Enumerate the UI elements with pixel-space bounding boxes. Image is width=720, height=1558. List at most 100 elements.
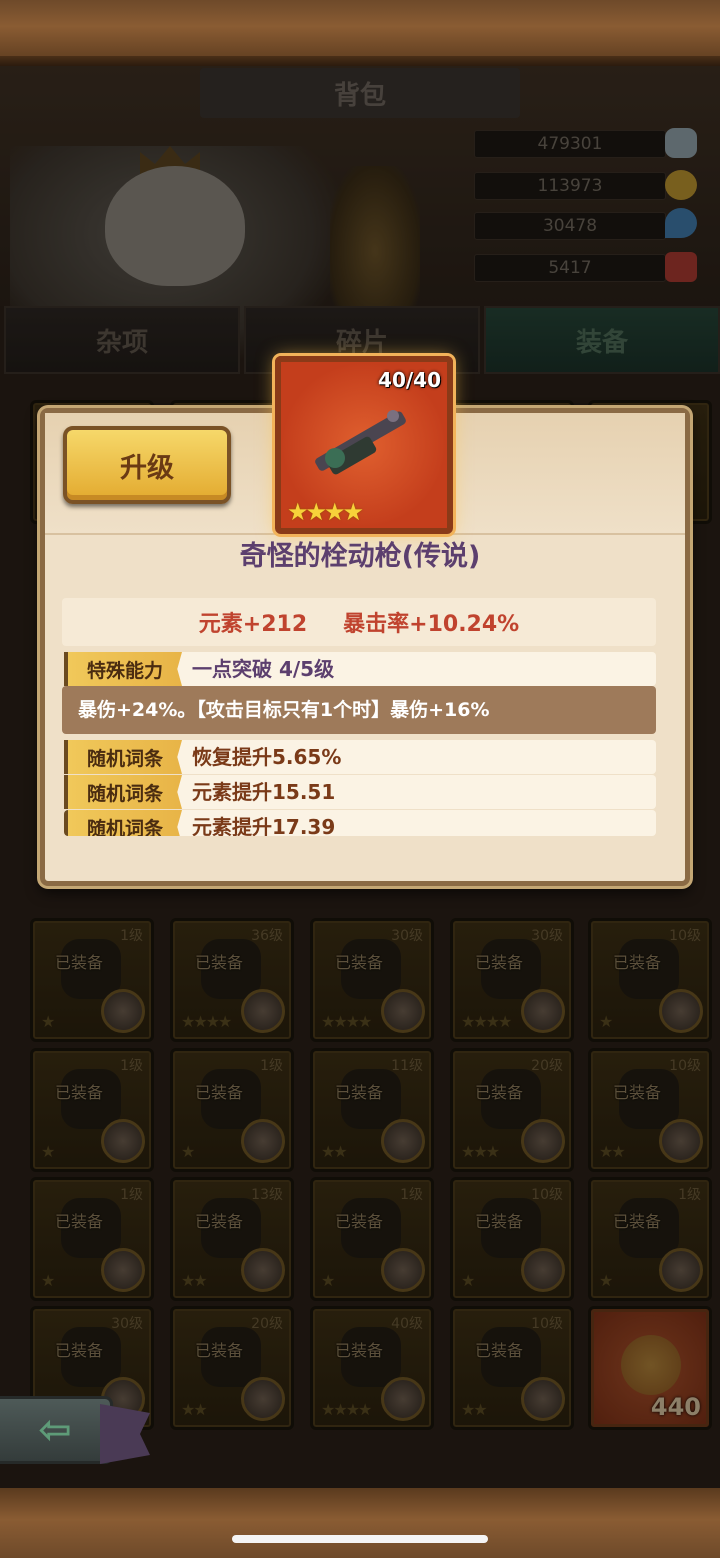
special-ability-value: 一点突破 4/5级 [192,657,335,681]
inventory-slot[interactable]: 1级 已装备 ★ [170,1048,294,1172]
slot-stars: ★★★★ [321,1012,372,1031]
slot-level: 36级 [251,928,283,944]
hero-avatar [381,1377,425,1421]
slot-level: 30级 [111,1316,143,1332]
inventory-slot[interactable]: 30级 已装备 ★★★★ [450,918,574,1042]
slot-stars: ★★ [461,1400,488,1419]
random-affix-row: 随机词条 元素提升17.39 [64,810,656,836]
back-button[interactable]: ⇦ [0,1396,113,1464]
slot-level: 1级 [260,1058,283,1074]
item-icon: 40/40 ★★★★ [275,356,453,534]
slot-stars: ★★ [181,1400,208,1419]
resource-gem-value: 5417 [474,254,666,282]
crystal-icon [665,128,697,158]
slot-level: 1级 [120,1187,143,1203]
item-name: 奇怪的栓动枪(传说) [239,541,481,572]
equipped-label: 已装备 [335,1212,384,1231]
equipped-label: 已装备 [613,1212,662,1231]
inventory-slot[interactable]: 1级 已装备 ★ [310,1177,434,1301]
equipped-label: 已装备 [475,1341,524,1360]
inventory-slot[interactable]: 1级 已装备 ★ [588,1177,712,1301]
hero-avatar [521,1119,565,1163]
hero-avatar [241,1119,285,1163]
slot-stars: ★★ [181,1271,208,1290]
back-arrow-icon: ⇦ [38,1407,72,1453]
bottom-wood-frame [0,1488,720,1558]
equipped-label: 已装备 [55,953,104,972]
inventory-slot[interactable]: 20级 已装备 ★★★ [450,1048,574,1172]
special-ability-description: 暴伤+24%。【攻击目标只有1个时】暴伤+16% [62,686,656,734]
top-wood-frame [0,0,720,66]
upgrade-button[interactable]: 升级 [63,426,231,504]
slot-level: 1级 [120,1058,143,1074]
slot-stars: ★★★★ [461,1012,512,1031]
hero-avatar [241,1377,285,1421]
inventory-slot[interactable]: 1级 已装备 ★ [30,1177,154,1301]
equipped-label: 已装备 [55,1212,104,1231]
slot-level: 30级 [531,928,563,944]
special-item-count: 440 [650,1393,701,1421]
item-count: 40/40 [378,368,441,392]
slot-level: 20级 [531,1058,563,1074]
gold-coin-icon [665,170,697,200]
inventory-slot[interactable]: 13级 已装备 ★★ [170,1177,294,1301]
rifle-icon [315,410,406,475]
slot-level: 10级 [531,1316,563,1332]
stat-crit: 暴击率+10.24% [343,612,520,637]
slot-stars: ★ [461,1271,475,1290]
hero-avatar [659,1248,703,1292]
hero-avatar [521,1377,565,1421]
random-affix-value: 元素提升15.51 [192,780,336,804]
slot-level: 10级 [531,1187,563,1203]
inventory-slot[interactable]: 11级 已装备 ★★ [310,1048,434,1172]
random-affix-tag: 随机词条 [64,810,182,836]
hero-avatar [659,1119,703,1163]
resource-water-value: 30478 [474,212,666,240]
inventory-slot[interactable]: 10级 已装备 ★ [450,1177,574,1301]
slot-stars: ★ [41,1142,55,1161]
random-affix-tag: 随机词条 [64,775,182,809]
random-affix-value: 元素提升17.39 [192,815,336,836]
slot-level: 1级 [120,928,143,944]
slot-level: 11级 [391,1058,423,1074]
item-stars: ★★★★ [287,498,364,526]
home-indicator[interactable] [232,1535,488,1543]
equipped-label: 已装备 [335,1341,384,1360]
slot-stars: ★ [599,1012,613,1031]
hero-avatar [659,989,703,1033]
hero-avatar [241,989,285,1033]
bear-face [105,166,245,286]
hero-avatar [241,1248,285,1292]
equipped-label: 已装备 [195,1212,244,1231]
hero-avatar [521,1248,565,1292]
slot-stars: ★★★★ [181,1012,232,1031]
inventory-slot[interactable]: 10级 已装备 ★★ [588,1048,712,1172]
random-affix-row: 随机词条 元素提升15.51 [64,775,656,809]
equipped-label: 已装备 [613,953,662,972]
tab-misc[interactable]: 杂项 [4,306,240,374]
hero-avatar [521,989,565,1033]
slot-level: 20级 [251,1316,283,1332]
inventory-slot[interactable]: 20级 已装备 ★★ [170,1306,294,1430]
base-stats: 元素+212 暴击率+10.24% [62,598,656,646]
sun-crest-icon [621,1335,681,1395]
slot-stars: ★★★★ [321,1400,372,1419]
inventory-slot[interactable]: 40级 已装备 ★★★★ [310,1306,434,1430]
equipped-label: 已装备 [195,1341,244,1360]
equipped-label: 已装备 [335,953,384,972]
equipped-label: 已装备 [475,1212,524,1231]
hero-avatar [381,989,425,1033]
water-drop-icon [665,208,697,238]
inventory-slot[interactable]: 36级 已装备 ★★★★ [170,918,294,1042]
inventory-slot[interactable]: 10级 已装备 ★★ [450,1306,574,1430]
inventory-slot[interactable]: 30级 已装备 ★★★★ [310,918,434,1042]
tab-equipment[interactable]: 装备 [484,306,720,374]
equipped-label: 已装备 [55,1083,104,1102]
inventory-slot[interactable]: 10级 已装备 ★ [588,918,712,1042]
slot-level: 10级 [669,928,701,944]
slot-stars: ★★★ [461,1142,500,1161]
special-item-slot[interactable]: 440 [588,1306,712,1430]
slot-stars: ★ [599,1271,613,1290]
inventory-slot[interactable]: 1级 已装备 ★ [30,1048,154,1172]
inventory-slot[interactable]: 1级 已装备 ★ [30,918,154,1042]
